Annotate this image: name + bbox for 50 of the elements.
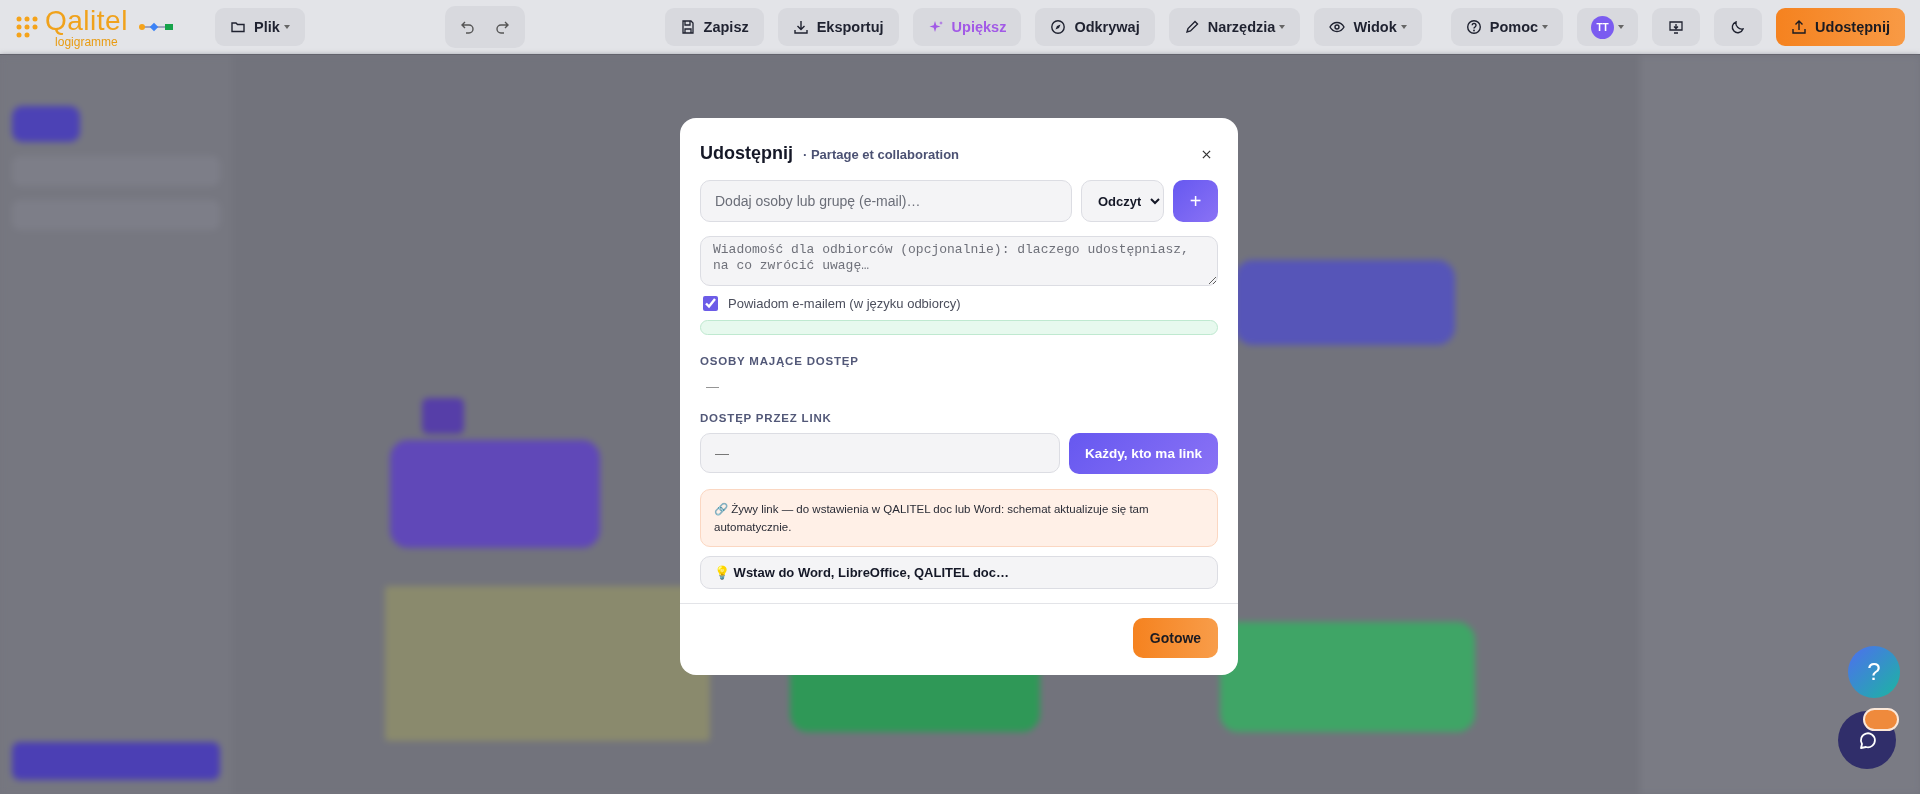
file-menu-button[interactable]: Plik — [215, 8, 305, 46]
caret-icon — [1618, 25, 1625, 29]
email-input-field[interactable]: Dodaj osoby lub grupę (e-mail)… — [700, 180, 1072, 222]
section-heading: OSOBY MAJĄCE DOSTĘP — [700, 355, 860, 367]
moon-button[interactable] — [1714, 8, 1763, 46]
redo-icon — [493, 19, 510, 35]
help-button[interactable]: Pomoc — [1450, 8, 1564, 46]
folder-icon — [230, 19, 246, 35]
logo-subtitle: logigramme — [55, 35, 118, 48]
upload-icon — [1791, 19, 1808, 35]
compass-icon — [1050, 19, 1067, 35]
caret-icon — [1279, 25, 1286, 29]
flow-icon — [137, 22, 174, 32]
dots-grid-icon — [15, 15, 39, 39]
save-button[interactable]: Zapisz — [664, 8, 764, 46]
dialog-subtitle: · Partage et collaboration — [803, 146, 960, 162]
notify-checkbox[interactable] — [703, 296, 718, 311]
dialog-title: Udostępnij — [700, 142, 793, 164]
eye-button[interactable]: Widok — [1314, 8, 1422, 46]
avatar-initials: TT — [1591, 15, 1615, 39]
compass-button[interactable]: Odkrywaj — [1035, 8, 1155, 46]
download-button[interactable]: Eksportuj — [777, 8, 899, 46]
close-icon — [1201, 149, 1211, 159]
done-button[interactable]: Gotowe — [1133, 618, 1218, 658]
message-textarea[interactable]: Wiadomość dla odbiorców (opcjonalnie): dlaczego udostępniasz, na co zwrócić uwagę… — [700, 236, 1218, 286]
monitor-icon — [1668, 19, 1685, 35]
notify-label: Powiadom e-mailem (w języku odbiorcy) — [728, 296, 961, 311]
add-button[interactable]: + — [1173, 180, 1218, 222]
moon-icon — [1730, 19, 1747, 35]
role-select[interactable]: Odczyt — [1081, 180, 1164, 222]
link-field[interactable]: — — [700, 433, 1060, 473]
undo-icon — [459, 19, 476, 35]
section-heading: DOSTĘP PRZEZ LINK — [700, 412, 833, 424]
live-link-note: 🔗 Żywy link — do wstawienia w QALITEL doc lub Word: schemat aktualizuje się tam automatycznie. — [700, 489, 1218, 547]
eye-icon — [1329, 19, 1346, 35]
insert-tip[interactable]: 💡 Wstaw do Word, LibreOffice, QALITEL doc… — [700, 556, 1218, 589]
share-button[interactable]: Udostępnij — [1776, 8, 1905, 46]
download-icon — [792, 19, 809, 35]
avatar-button[interactable]: TT — [1577, 8, 1639, 46]
caret-icon — [1400, 25, 1407, 29]
caret-icon — [1542, 25, 1549, 29]
help-icon — [1465, 19, 1482, 35]
screen-button[interactable] — [1652, 8, 1701, 46]
pencil-icon — [1183, 19, 1200, 35]
blurred-diagram-node — [422, 398, 464, 434]
logo-name: Qalitel — [45, 6, 128, 35]
pencil-button[interactable]: Narzędzia — [1168, 8, 1301, 46]
link-access-button[interactable]: Każdy, kto ma link — [1069, 433, 1218, 474]
caret-icon — [283, 25, 290, 29]
empty-list-text: — — [706, 379, 719, 394]
